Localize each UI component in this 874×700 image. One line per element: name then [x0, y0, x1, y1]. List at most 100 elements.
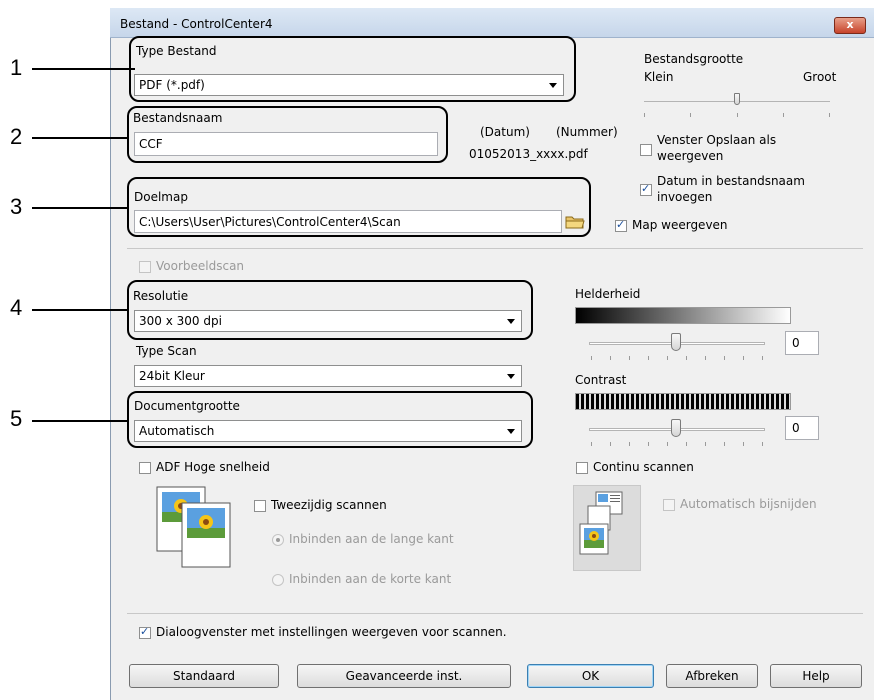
folder-icon[interactable] — [565, 214, 585, 230]
slider-tick — [737, 113, 738, 117]
show-folder-label: Map weergeven — [632, 218, 728, 232]
contrast-slider-ticks — [591, 442, 763, 446]
bind-long-edge-radio[interactable] — [272, 534, 284, 546]
contrast-slider-thumb[interactable] — [671, 419, 681, 437]
slider-tick — [724, 442, 725, 446]
cancel-button[interactable]: Afbreken — [666, 664, 758, 688]
slider-tick — [629, 442, 630, 446]
file-type-select[interactable]: PDF (*.pdf) — [134, 74, 564, 96]
slider-tick — [705, 442, 706, 446]
date-in-name-checkbox[interactable] — [640, 182, 652, 196]
show-folder-checkbox[interactable] — [615, 218, 627, 232]
resolution-label: Resolutie — [133, 289, 189, 303]
callout-number-1: 1 — [10, 55, 23, 80]
contrast-value-input[interactable]: 0 — [785, 416, 819, 440]
chevron-down-icon — [549, 83, 557, 88]
slider-tick — [648, 356, 649, 360]
slider-tick — [648, 442, 649, 446]
brightness-slider-thumb[interactable] — [671, 333, 681, 351]
chevron-down-icon — [507, 374, 515, 379]
date-in-name-label-line2: invoegen — [657, 190, 713, 204]
document-size-label: Documentgrootte — [134, 399, 240, 413]
slider-tick — [629, 356, 630, 360]
duplex-checkbox[interactable] — [254, 500, 266, 512]
file-type-value: PDF (*.pdf) — [139, 78, 205, 92]
auto-crop-illustration-icon — [573, 485, 641, 571]
slider-tick — [724, 356, 725, 360]
contrast-pattern-bar — [575, 393, 791, 410]
file-size-slider-thumb[interactable] — [734, 93, 740, 105]
brightness-gradient-bar — [575, 307, 791, 324]
title-bar[interactable]: Bestand - ControlCenter4 x — [110, 8, 874, 38]
document-size-select[interactable]: Automatisch — [134, 420, 522, 442]
help-button[interactable]: Help — [770, 664, 862, 688]
callout-number-2: 2 — [10, 124, 23, 149]
file-name-label: Bestandsnaam — [133, 111, 223, 125]
brightness-label: Helderheid — [575, 287, 641, 301]
callout-line-4 — [32, 309, 127, 311]
slider-tick — [743, 356, 744, 360]
close-button[interactable]: x — [834, 17, 866, 34]
slider-tick — [690, 113, 691, 117]
file-name-example: 01052013_xxxx.pdf — [469, 147, 588, 161]
scan-type-select[interactable]: 24bit Kleur — [134, 365, 522, 387]
slider-tick — [667, 442, 668, 446]
document-size-value: Automatisch — [139, 424, 215, 438]
contrast-label: Contrast — [575, 373, 627, 387]
slider-tick — [686, 442, 687, 446]
auto-crop-illustration-graphic — [579, 491, 623, 555]
separator — [127, 613, 863, 614]
file-size-slider-ticks — [644, 113, 830, 117]
scan-type-label: Type Scan — [136, 344, 197, 358]
separator — [127, 248, 863, 249]
date-in-name-label-line1: Datum in bestandsnaam — [657, 174, 805, 188]
file-size-min-label: Klein — [644, 70, 674, 84]
slider-tick — [686, 356, 687, 360]
chevron-down-icon — [507, 319, 515, 324]
callout-number-4: 4 — [10, 295, 23, 320]
slider-tick — [762, 356, 763, 360]
callout-number-3: 3 — [10, 194, 23, 219]
slider-tick — [667, 356, 668, 360]
brightness-slider-ticks — [591, 356, 763, 360]
show-dialog-label: Dialoogvenster met instellingen weergeve… — [156, 625, 507, 639]
continuous-scan-label: Continu scannen — [593, 460, 694, 474]
file-name-input[interactable]: CCF — [134, 132, 438, 156]
destination-value: C:\Users\User\Pictures\ControlCenter4\Sc… — [139, 215, 401, 229]
slider-tick — [610, 442, 611, 446]
scan-type-value: 24bit Kleur — [139, 369, 205, 383]
auto-crop-checkbox[interactable] — [663, 499, 675, 511]
bind-short-edge-label: Inbinden aan de korte kant — [289, 572, 452, 586]
file-size-label: Bestandsgrootte — [644, 52, 744, 66]
continuous-scan-checkbox[interactable] — [576, 462, 588, 474]
advanced-settings-button[interactable]: Geavanceerde inst. — [297, 664, 511, 688]
duplex-label: Tweezijdig scannen — [271, 498, 387, 512]
preview-scan-checkbox[interactable] — [139, 261, 151, 273]
slider-tick — [762, 442, 763, 446]
show-save-as-label-line2: weergeven — [657, 149, 724, 163]
auto-crop-label: Automatisch bijsnijden — [680, 497, 817, 511]
bind-long-edge-label: Inbinden aan de lange kant — [289, 532, 454, 546]
slider-tick — [829, 113, 830, 117]
brightness-value-input[interactable]: 0 — [785, 331, 819, 355]
default-button[interactable]: Standaard — [129, 664, 279, 688]
resolution-select[interactable]: 300 x 300 dpi — [134, 310, 522, 332]
adf-high-speed-checkbox[interactable] — [139, 462, 151, 474]
file-type-label: Type Bestand — [136, 44, 217, 58]
file-size-max-label: Groot — [803, 70, 837, 84]
folder-icon-graphic — [565, 216, 585, 229]
slider-tick — [591, 442, 592, 446]
show-save-as-checkbox[interactable] — [640, 144, 652, 156]
show-dialog-checkbox[interactable] — [139, 625, 151, 639]
date-placeholder-label: (Datum) — [480, 125, 530, 139]
duplex-illustration-graphic — [156, 486, 231, 568]
slider-tick — [705, 356, 706, 360]
window-title: Bestand - ControlCenter4 — [120, 17, 273, 31]
ok-button[interactable]: OK — [527, 664, 654, 688]
slider-tick — [783, 113, 784, 117]
slider-tick — [610, 356, 611, 360]
chevron-down-icon — [507, 429, 515, 434]
bind-short-edge-radio[interactable] — [272, 574, 284, 586]
preview-scan-label: Voorbeeldscan — [156, 259, 245, 273]
destination-input[interactable]: C:\Users\User\Pictures\ControlCenter4\Sc… — [134, 210, 562, 233]
